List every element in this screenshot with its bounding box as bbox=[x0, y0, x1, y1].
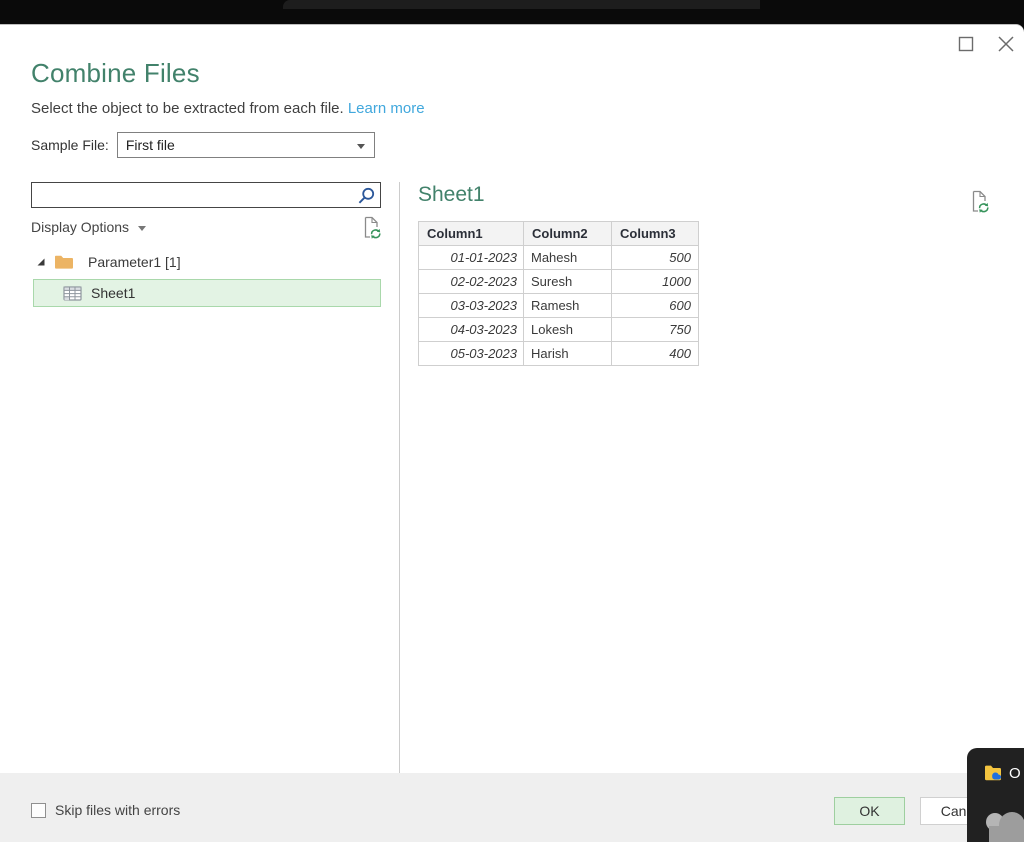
onedrive-label-partial: O bbox=[1009, 764, 1021, 782]
column-header: Column2 bbox=[523, 221, 612, 246]
table-cell: 04-03-2023 bbox=[418, 317, 524, 342]
tree-item-label: Sheet1 bbox=[91, 285, 136, 301]
column-header: Column3 bbox=[611, 221, 699, 246]
cloud-icon bbox=[986, 812, 1024, 842]
refresh-preview-icon[interactable] bbox=[969, 190, 990, 218]
chevron-down-icon bbox=[356, 144, 365, 149]
skip-files-checkbox[interactable] bbox=[31, 802, 46, 818]
table-cell: 03-03-2023 bbox=[418, 293, 524, 318]
chevron-down-icon bbox=[138, 225, 147, 231]
close-icon bbox=[998, 36, 1014, 52]
tree-expanded-icon[interactable] bbox=[36, 257, 46, 267]
table-row: 04-03-2023 Lokesh 750 bbox=[418, 317, 699, 342]
table-header-row: Column1 Column2 Column3 bbox=[418, 221, 699, 246]
preview-table: Column1 Column2 Column3 01-01-2023 Mahesh… bbox=[418, 221, 699, 366]
worksheet-icon bbox=[63, 285, 82, 301]
table-row: 05-03-2023 Harish 400 bbox=[418, 341, 699, 366]
dialog-subtitle: Select the object to be extracted from e… bbox=[31, 100, 425, 117]
sample-file-dropdown[interactable]: First file bbox=[116, 132, 375, 158]
onedrive-folder-icon bbox=[985, 765, 1002, 781]
maximize-button[interactable] bbox=[954, 32, 978, 56]
ok-button[interactable]: OK bbox=[834, 797, 905, 825]
onedrive-row[interactable]: O bbox=[983, 763, 1021, 783]
sample-file-label: Sample File: bbox=[31, 137, 109, 153]
table-cell: Harish bbox=[523, 341, 612, 366]
taskbar-flyout-overlay: O bbox=[967, 748, 1024, 842]
sample-file-row: Sample File: First file bbox=[31, 132, 375, 158]
table-row: 03-03-2023 Ramesh 600 bbox=[418, 293, 699, 318]
maximize-icon bbox=[958, 36, 974, 52]
table-cell: 600 bbox=[611, 293, 699, 318]
tree-item-parameter1[interactable]: Parameter1 [1] bbox=[36, 254, 181, 270]
sheet-table-body: 01-01-2023 Mahesh 500 02-02-2023 Suresh 1000 0… bbox=[418, 245, 699, 366]
dialog-footer: Skip files with errors OK Cancel bbox=[0, 773, 1024, 842]
screen: Combine Files Select the object to be ex… bbox=[0, 0, 1024, 842]
combine-files-dialog: Combine Files Select the object to be ex… bbox=[0, 24, 1024, 842]
table-row: 01-01-2023 Mahesh 500 bbox=[418, 245, 699, 270]
skip-files-option[interactable]: Skip files with errors bbox=[31, 802, 180, 818]
table-cell: Lokesh bbox=[523, 317, 612, 342]
table-cell: 500 bbox=[611, 245, 699, 270]
tree-folder-label: Parameter1 [1] bbox=[88, 254, 181, 270]
table-cell: Ramesh bbox=[523, 293, 612, 318]
table-cell: Mahesh bbox=[523, 245, 612, 270]
table-row: 02-02-2023 Suresh 1000 bbox=[418, 269, 699, 294]
tree-item-sheet1-selected[interactable]: Sheet1 bbox=[33, 279, 381, 307]
display-options-dropdown[interactable]: Display Options bbox=[31, 219, 147, 235]
table-cell: 01-01-2023 bbox=[418, 245, 524, 270]
search-input[interactable] bbox=[38, 185, 353, 205]
table-cell: 400 bbox=[611, 341, 699, 366]
background-window-edge bbox=[283, 0, 760, 9]
table-cell: 1000 bbox=[611, 269, 699, 294]
preview-sheet-title: Sheet1 bbox=[418, 183, 485, 206]
window-controls bbox=[954, 32, 1018, 56]
table-cell: 05-03-2023 bbox=[418, 341, 524, 366]
table-cell: 750 bbox=[611, 317, 699, 342]
page-title: Combine Files bbox=[31, 58, 200, 88]
learn-more-link[interactable]: Learn more bbox=[348, 100, 425, 117]
search-icon[interactable] bbox=[356, 186, 376, 211]
search-box bbox=[31, 182, 381, 208]
skip-files-label: Skip files with errors bbox=[55, 802, 181, 818]
column-header: Column1 bbox=[418, 221, 524, 246]
table-cell: 02-02-2023 bbox=[418, 269, 524, 294]
subtitle-text: Select the object to be extracted from e… bbox=[31, 100, 344, 117]
close-button[interactable] bbox=[994, 32, 1018, 56]
sample-file-value: First file bbox=[125, 137, 175, 153]
refresh-preview-icon[interactable] bbox=[361, 216, 382, 244]
folder-icon bbox=[55, 255, 73, 269]
panel-divider bbox=[399, 182, 400, 786]
table-cell: Suresh bbox=[523, 269, 612, 294]
display-options-label: Display Options bbox=[31, 219, 130, 235]
